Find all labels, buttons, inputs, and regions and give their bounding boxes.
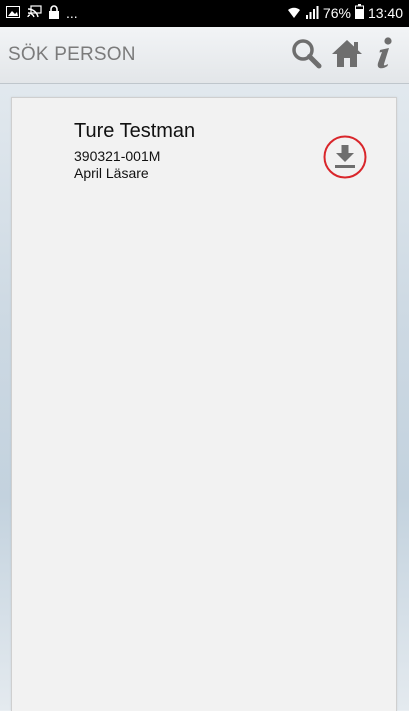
search-icon — [290, 37, 322, 74]
status-bar: ... 76% 13:40 — [0, 0, 409, 27]
image-icon — [6, 5, 20, 21]
clock: 13:40 — [367, 5, 403, 21]
person-card: Ture Testman 390321-001M April Läsare — [11, 97, 397, 711]
download-button[interactable] — [323, 135, 367, 179]
search-button[interactable] — [288, 37, 324, 73]
lock-icon — [48, 4, 60, 22]
person-name[interactable]: Ture Testman — [74, 120, 195, 143]
status-ellipsis: ... — [66, 5, 78, 21]
status-bar-left: ... — [6, 4, 78, 22]
home-icon — [330, 37, 364, 74]
page-title: SÖK PERSON — [8, 44, 136, 65]
cast-icon — [26, 4, 42, 22]
download-icon — [335, 145, 355, 168]
person-id: 390321-001M — [74, 148, 161, 164]
signal-icon — [305, 5, 319, 22]
home-button[interactable] — [329, 37, 365, 73]
status-bar-right: 76% 13:40 — [287, 4, 403, 22]
person-role: April Läsare — [74, 165, 149, 181]
battery-icon — [354, 4, 364, 22]
info-button[interactable] — [370, 36, 400, 75]
wifi-icon — [287, 5, 301, 22]
app-header: SÖK PERSON — [0, 27, 409, 84]
battery-percent: 76% — [322, 5, 351, 21]
info-icon — [373, 36, 397, 75]
